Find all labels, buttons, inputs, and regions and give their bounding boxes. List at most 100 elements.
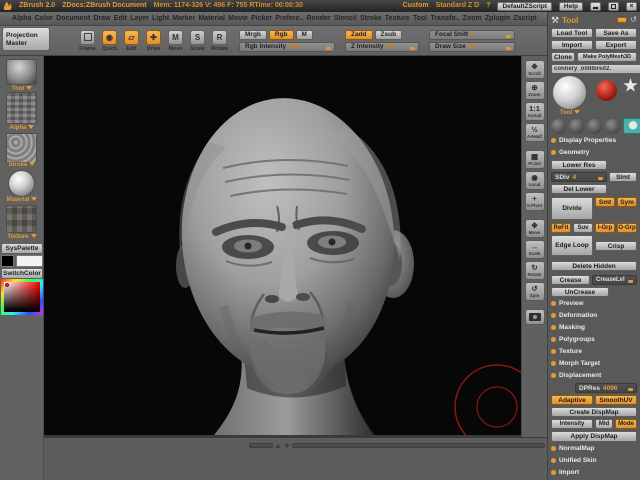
menu-item-movie[interactable]: Movie: [228, 15, 248, 22]
ogrp-toggle[interactable]: O-Grp: [617, 223, 637, 233]
rgb-intensity-slider[interactable]: Rgb Intensity 100: [239, 42, 335, 52]
scale-button[interactable]: S Scale: [188, 30, 207, 52]
export-button[interactable]: Export: [595, 40, 637, 50]
sym-toggle[interactable]: Sym: [617, 197, 637, 207]
del-lower-button[interactable]: Del Lower: [551, 184, 607, 194]
menu-item-zscript[interactable]: Zscript: [513, 15, 536, 22]
switchcolor-button[interactable]: SwitchColor: [1, 268, 43, 279]
intensity-slider[interactable]: Intensity: [551, 419, 593, 429]
move-button[interactable]: M Move: [166, 30, 185, 52]
horizontal-scrollbar[interactable]: [249, 442, 545, 449]
stroke-flyout-label[interactable]: Stroke: [0, 162, 44, 168]
scale-3d-button[interactable]: ↔Scale: [525, 240, 545, 259]
section-morph-target[interactable]: Morph Target: [551, 358, 637, 369]
projection-master-button[interactable]: Projection Master: [2, 27, 50, 51]
menu-item-edit[interactable]: Edit: [114, 15, 127, 22]
mode-toggle[interactable]: Mode: [615, 419, 637, 429]
orange-toggle-icon[interactable]: [617, 17, 627, 23]
scrollbar-track-left[interactable]: [249, 443, 273, 448]
section-normalmap[interactable]: NormalMap: [551, 443, 637, 454]
import-button[interactable]: Import: [551, 40, 593, 50]
edge-loop-button[interactable]: Edge Loop: [551, 235, 593, 256]
menu-item-material[interactable]: Material: [198, 15, 224, 22]
current-tool-thumbnail[interactable]: [6, 59, 37, 85]
menu-item-picker[interactable]: Picker: [251, 15, 272, 22]
m-button[interactable]: M: [296, 30, 313, 40]
menu-item-tool[interactable]: Tool: [413, 15, 427, 22]
mrgb-button[interactable]: Mrgb: [239, 30, 267, 40]
current-alpha-thumbnail[interactable]: [6, 92, 37, 124]
color-picker-sv-square[interactable]: [4, 282, 40, 312]
menu-item-marker[interactable]: Marker: [172, 15, 195, 22]
section-import[interactable]: Import: [551, 467, 637, 478]
rotate-3d-button[interactable]: ↻Rotate: [525, 261, 545, 280]
spin-button[interactable]: ↺Spin: [525, 282, 545, 301]
section-geometry[interactable]: Geometry: [551, 147, 637, 158]
section-deformation[interactable]: Deformation: [551, 310, 637, 321]
menu-item-layer[interactable]: Layer: [130, 15, 149, 22]
clone-button[interactable]: Clone: [551, 52, 575, 62]
adaptive-toggle[interactable]: Adaptive: [551, 395, 593, 405]
secondary-color-swatch[interactable]: [16, 255, 43, 267]
menu-item-transform[interactable]: Transfo..: [430, 15, 459, 22]
menu-item-alpha[interactable]: Alpha: [12, 15, 31, 22]
draw-button[interactable]: ✚ Draw: [144, 30, 163, 52]
menu-item-color[interactable]: Color: [35, 15, 53, 22]
slmt-button[interactable]: SImt: [609, 172, 637, 182]
dpres-slider[interactable]: DPRes 4096: [575, 383, 637, 393]
suv-button[interactable]: Suv: [573, 223, 593, 233]
tool-name-field[interactable]: [551, 64, 640, 74]
color-picker[interactable]: [1, 279, 43, 315]
menu-item-render[interactable]: Render: [307, 15, 331, 22]
focal-shift-slider[interactable]: Focal Shift 0: [429, 30, 515, 40]
document-canvas[interactable]: [44, 56, 521, 437]
move-3d-button[interactable]: ✥Move: [525, 219, 545, 238]
section-polygroups[interactable]: Polygroups: [551, 334, 637, 345]
lower-res-button[interactable]: Lower Res: [551, 160, 607, 170]
crease-level-slider[interactable]: CreaseLvl: [592, 275, 637, 285]
section-unified-skin[interactable]: Unified Skin: [551, 455, 637, 466]
quick-pick-star[interactable]: [623, 78, 638, 93]
help-button[interactable]: Help: [559, 2, 583, 11]
aahalf-button[interactable]: ½AAHalf: [525, 123, 545, 142]
mid-slider[interactable]: Mid: [595, 419, 613, 429]
make-polymesh3d-button[interactable]: Make PolyMesh3D: [577, 52, 637, 62]
section-masking[interactable]: Masking: [551, 322, 637, 333]
main-color-swatch[interactable]: [1, 255, 14, 267]
smt-toggle[interactable]: Smt: [595, 197, 615, 207]
actual-size-button[interactable]: 1:1Actual: [525, 102, 545, 121]
menu-item-stroke[interactable]: Stroke: [360, 15, 382, 22]
refit-toggle[interactable]: ReFit: [551, 223, 571, 233]
quick-pick-sphere-red[interactable]: [596, 80, 617, 101]
load-tool-button[interactable]: Load Tool: [551, 28, 593, 38]
scroll-button[interactable]: ✥Scroll: [525, 60, 545, 79]
igrp-toggle[interactable]: I-Grp: [595, 223, 615, 233]
default-zscript-button[interactable]: DefaultZScript: [497, 2, 551, 11]
quick-help-button[interactable]: ?: [486, 0, 490, 12]
minimize-button[interactable]: [590, 2, 601, 11]
edit-button[interactable]: ▱ Edit: [122, 30, 141, 52]
recent-tool-thumbnail[interactable]: [587, 119, 602, 134]
restore-button[interactable]: [608, 2, 619, 11]
sdiv-slider[interactable]: SDiv 4: [551, 172, 607, 182]
selected-tool-thumbnail[interactable]: [623, 118, 640, 134]
zsub-button[interactable]: Zsub: [375, 30, 403, 40]
recent-tool-thumbnail[interactable]: [569, 119, 584, 134]
smooth-uv-toggle[interactable]: SmoothUV: [595, 395, 637, 405]
menu-item-zoom[interactable]: Zoom: [463, 15, 482, 22]
material-flyout-label[interactable]: Material: [0, 197, 44, 203]
point-select-button[interactable]: ▦Pt.Sel: [525, 150, 545, 169]
rgb-button[interactable]: Rgb: [269, 30, 294, 40]
menu-item-zplugin[interactable]: Zplugin: [485, 15, 510, 22]
snapshot-button[interactable]: [525, 309, 545, 325]
quick-button[interactable]: ◉ Quick: [100, 30, 119, 52]
section-texture[interactable]: Texture: [551, 346, 637, 357]
recent-tool-thumbnail[interactable]: [605, 119, 620, 134]
menu-item-stencil[interactable]: Stencil: [334, 15, 357, 22]
menu-item-document[interactable]: Document: [56, 15, 90, 22]
delete-hidden-button[interactable]: Delete Hidden: [551, 261, 637, 271]
texture-flyout-label[interactable]: Texture: [0, 234, 44, 240]
zadd-button[interactable]: Zadd: [345, 30, 373, 40]
active-tool-preview[interactable]: [553, 76, 586, 109]
scrollbar-track-right[interactable]: [292, 443, 545, 448]
